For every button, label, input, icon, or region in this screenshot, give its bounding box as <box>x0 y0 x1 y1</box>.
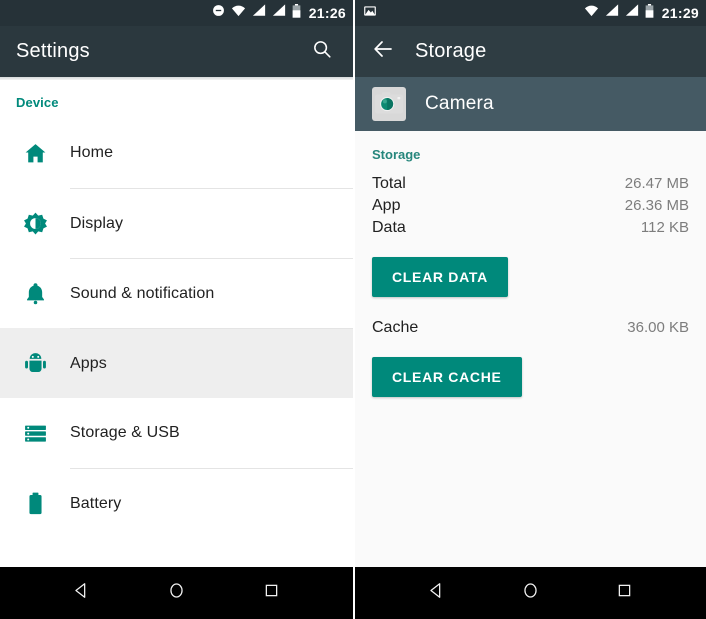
status-bar-right: 21:29 <box>355 0 706 26</box>
navigation-bar-left <box>0 567 353 619</box>
settings-item-battery[interactable]: Battery <box>0 468 353 538</box>
settings-item-storage-usb[interactable]: Storage & USB <box>0 398 353 468</box>
page-title: Storage <box>415 40 487 62</box>
screenshot-image-icon <box>363 4 377 23</box>
app-storage-screen: 21:29 Storage Camera Storage Total 26.47… <box>353 0 706 619</box>
settings-item-label: Display <box>70 214 124 232</box>
settings-list-container: Device Home Display Sound & notification… <box>0 80 353 567</box>
settings-item-apps[interactable]: Apps <box>0 328 353 398</box>
settings-item-label: Apps <box>70 354 107 372</box>
nav-back-button[interactable] <box>416 581 456 605</box>
camera-app-icon <box>372 87 406 121</box>
storage-row-key: Data <box>372 219 406 236</box>
settings-item-label: Storage & USB <box>70 424 180 441</box>
nav-recents-button[interactable] <box>605 581 645 605</box>
nav-back-button[interactable] <box>62 581 102 605</box>
page-title: Settings <box>16 40 90 62</box>
brightness-icon <box>0 211 70 236</box>
bell-icon <box>0 281 70 306</box>
signal-icon <box>605 4 619 22</box>
status-bar-notifications-right <box>363 4 584 23</box>
app-name: Camera <box>425 93 494 114</box>
search-icon <box>311 38 333 65</box>
settings-item-sound-notification[interactable]: Sound & notification <box>0 258 353 328</box>
home-circle-icon <box>521 581 540 605</box>
storage-toolbar: Storage <box>355 26 706 77</box>
wifi-icon <box>231 4 246 22</box>
settings-item-label: Battery <box>70 494 122 512</box>
settings-list: Home Display Sound & notification Apps S… <box>0 118 353 538</box>
nav-recents-button[interactable] <box>252 581 292 605</box>
home-circle-icon <box>167 581 186 605</box>
storage-section-title: Storage <box>372 147 421 162</box>
recents-square-icon <box>615 581 634 605</box>
home-icon <box>0 141 70 166</box>
storage-detail-container: Camera Storage Total 26.47 MB App 26.36 … <box>355 77 706 567</box>
nav-home-button[interactable] <box>510 581 550 605</box>
storage-detail: Storage Total 26.47 MB App 26.36 MB Data… <box>355 131 706 397</box>
settings-item-label: Sound & notification <box>70 284 215 302</box>
storage-row-app: App 26.36 MB <box>372 197 689 215</box>
storage-row-key: Cache <box>372 319 419 336</box>
signal-icon <box>625 4 639 22</box>
storage-row-cache: Cache 36.00 KB <box>372 319 689 337</box>
storage-row-value: 26.47 MB <box>624 175 689 192</box>
section-header-device: Device <box>16 95 59 110</box>
clear-cache-button[interactable]: CLEAR CACHE <box>372 357 522 397</box>
storage-row-value: 36.00 KB <box>627 319 689 336</box>
back-triangle-icon <box>72 581 91 605</box>
storage-row-total: Total 26.47 MB <box>372 175 689 193</box>
storage-row-key: Total <box>372 175 406 192</box>
status-bar-clock: 21:29 <box>661 5 699 21</box>
status-bar-system-icons-left: 21:26 <box>212 3 346 23</box>
settings-screen: 21:26 Settings Device Home Display Sound… <box>0 0 353 619</box>
arrow-back-icon <box>371 37 395 66</box>
status-bar-clock: 21:26 <box>308 5 346 21</box>
storage-row-value: 26.36 MB <box>624 197 689 214</box>
signal-icon <box>252 4 266 22</box>
storage-list-icon <box>0 421 70 446</box>
recents-square-icon <box>262 581 281 605</box>
battery-icon <box>645 3 654 23</box>
android-robot-icon <box>0 351 70 376</box>
storage-row-value: 112 KB <box>640 219 689 236</box>
navigation-bar-right <box>355 567 706 619</box>
settings-item-display[interactable]: Display <box>0 188 353 258</box>
storage-row-key: App <box>372 197 401 214</box>
nav-home-button[interactable] <box>157 581 197 605</box>
status-bar-left: 21:26 <box>0 0 353 26</box>
app-header: Camera <box>355 77 706 131</box>
signal-icon <box>272 4 286 22</box>
back-triangle-icon <box>427 581 446 605</box>
settings-toolbar: Settings <box>0 26 353 77</box>
do-not-disturb-icon <box>212 4 225 22</box>
settings-item-home[interactable]: Home <box>0 118 353 188</box>
back-button[interactable] <box>371 37 405 66</box>
clear-data-button[interactable]: CLEAR DATA <box>372 257 508 297</box>
search-button[interactable] <box>305 38 339 65</box>
battery-icon <box>0 491 70 516</box>
battery-icon <box>292 3 301 23</box>
settings-item-label: Home <box>70 144 114 161</box>
wifi-icon <box>584 4 599 22</box>
storage-row-data: Data 112 KB <box>372 219 689 237</box>
status-bar-system-icons-right: 21:29 <box>584 3 699 23</box>
dual-screenshot: 21:26 Settings Device Home Display Sound… <box>0 0 706 619</box>
